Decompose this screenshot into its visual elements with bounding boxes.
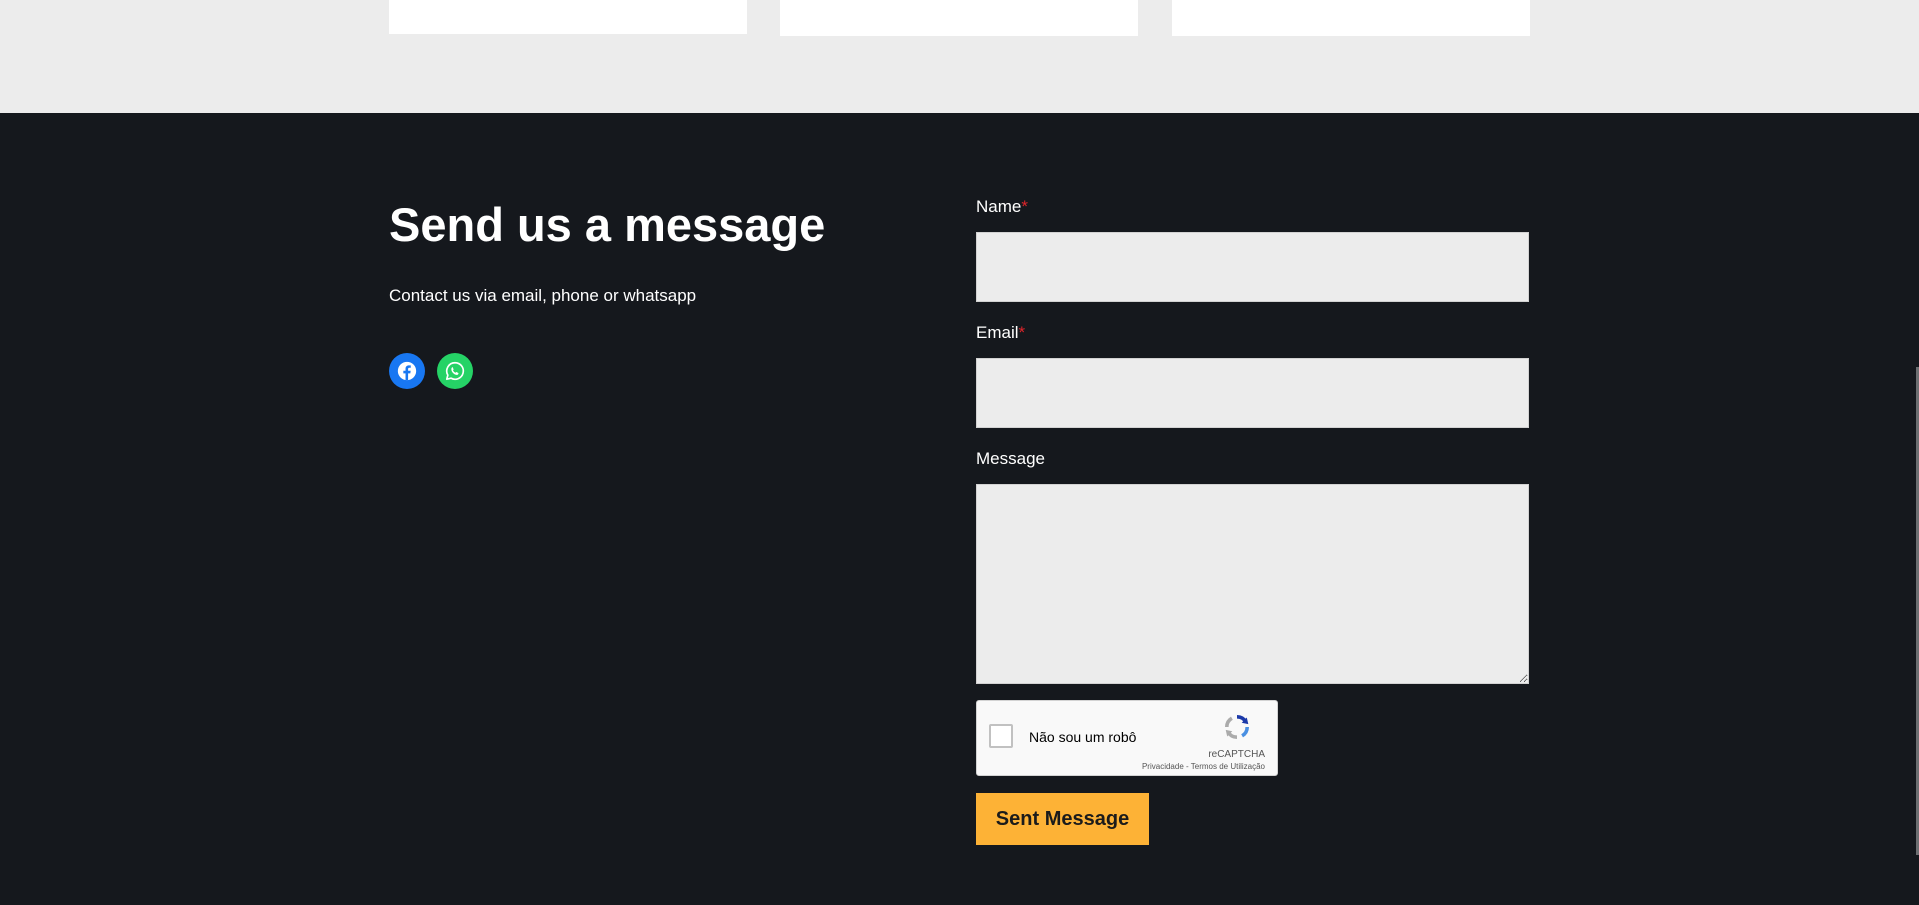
facebook-link[interactable] xyxy=(389,353,425,389)
email-label: Email* xyxy=(976,323,1026,342)
top-section xyxy=(0,0,1919,113)
card-bottom-edge xyxy=(780,0,1138,36)
recaptcha-links: Privacidade - Termos de Utilização xyxy=(1142,762,1265,771)
recaptcha-widget: Não sou um robô reCAPTCHA Privacidade - … xyxy=(976,700,1278,776)
name-label: Name* xyxy=(976,197,1028,216)
recaptcha-checkbox[interactable] xyxy=(989,724,1013,748)
required-mark: * xyxy=(1021,197,1028,216)
contact-heading: Send us a message xyxy=(389,198,826,251)
whatsapp-icon xyxy=(445,361,465,381)
name-input[interactable] xyxy=(976,232,1529,302)
recaptcha-icon xyxy=(1225,715,1249,739)
whatsapp-link[interactable] xyxy=(437,353,473,389)
privacy-link[interactable]: Privacidade xyxy=(1142,762,1184,771)
card-bottom-edge xyxy=(389,0,747,34)
card-bottom-edge xyxy=(1172,0,1530,36)
recaptcha-brand: reCAPTCHA xyxy=(1208,749,1265,760)
required-mark: * xyxy=(1018,323,1026,342)
terms-link[interactable]: Termos de Utilização xyxy=(1191,762,1265,771)
submit-button[interactable]: Sent Message xyxy=(976,793,1149,845)
recaptcha-label: Não sou um robô xyxy=(1029,729,1137,745)
message-label: Message xyxy=(976,449,1045,468)
facebook-icon xyxy=(397,361,417,381)
contact-footer: Send us a message Contact us via email, … xyxy=(0,113,1919,905)
link-separator: - xyxy=(1183,762,1191,771)
contact-subtext: Contact us via email, phone or whatsapp xyxy=(389,286,697,305)
message-textarea[interactable] xyxy=(976,484,1529,684)
email-input[interactable] xyxy=(976,358,1529,428)
